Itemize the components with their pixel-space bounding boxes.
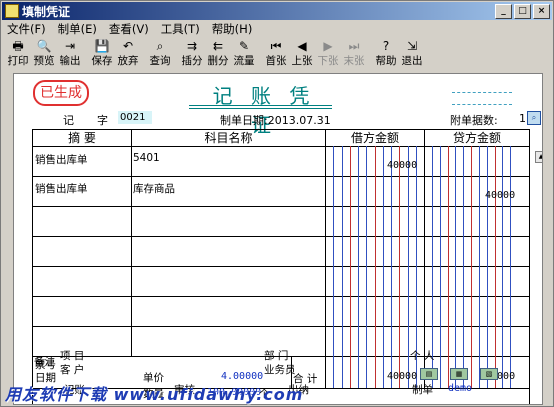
printer-icon: 🖶 (12, 39, 24, 53)
menu-edit[interactable]: 制单(E) (52, 21, 103, 37)
dashed-line (452, 104, 512, 105)
toolbar-label: 打印 (7, 55, 29, 67)
binoculars-icon: ⌕ (156, 39, 164, 53)
toolbar-label: 预览 (33, 55, 55, 67)
insert-row-icon: ⇉ (186, 39, 198, 53)
toolbar-label: 退出 (401, 55, 423, 67)
maker-value: demo (448, 383, 473, 394)
menu-help[interactable]: 帮助(H) (206, 21, 259, 37)
customer-label: 客 户 (60, 364, 85, 376)
menu-file[interactable]: 文件(F) (1, 21, 52, 37)
binoculars-button[interactable]: ⌕ 查询 (147, 39, 173, 69)
toolbar-label: 下张 (317, 55, 339, 67)
row1-summary[interactable]: 销售出库单 (35, 152, 88, 167)
voucher-type: 记 (63, 114, 74, 127)
row1-debit[interactable]: 40000 (387, 160, 417, 171)
dept-label: 部 门 (264, 350, 289, 362)
toolbar: 🖶 打印 🔍 预览 ⇥ 输出 💾 保存 ↶ 放弃 ⌕ 查询 ⇉ 插分 ⇇ 删分 ✎ 流量 ⏮ 首张 ◀ 上张 ▶ 下张 ⏭ 末张?… (5, 39, 425, 69)
preview-icon: 🔍 (36, 39, 52, 53)
scroll-up-button[interactable]: ▲ (535, 151, 542, 163)
toolbar-label: 末张 (343, 55, 365, 67)
dept-ref-icon[interactable]: ▧ (480, 368, 498, 380)
last-icon: ⏭ (348, 39, 360, 53)
attach-count[interactable]: 1 (519, 112, 526, 125)
save-button[interactable]: 💾 保存 (89, 39, 115, 69)
delete-row-icon: ⇇ (212, 39, 224, 53)
dashed-line (452, 92, 512, 93)
toolbar-label: 放弃 (117, 55, 139, 67)
insert-row-button[interactable]: ⇉ 插分 (179, 39, 205, 69)
first-button[interactable]: ⏮ 首张 (263, 39, 289, 69)
row2-account[interactable]: 库存商品 (133, 181, 175, 196)
previous-button[interactable]: ◀ 上张 (289, 39, 315, 69)
maximize-button[interactable]: □ (514, 3, 531, 19)
generated-stamp: 已生成 (33, 80, 89, 106)
toolbar-label: 插分 (181, 55, 203, 67)
exit-button[interactable]: ⇲ 退出 (399, 39, 425, 69)
customer-ref-icon[interactable]: ▦ (450, 368, 468, 380)
app-icon (5, 4, 19, 18)
voucher-window: 填制凭证 _ □ × 文件(F) 制单(E) 查看(V) 工具(T) 帮助(H)… (0, 0, 554, 407)
voucher-date[interactable]: 制单日期:2013.07.31 (220, 112, 331, 128)
person-label: 个 人 (410, 350, 435, 362)
menu-bar: 文件(F) 制单(E) 查看(V) 工具(T) 帮助(H) (1, 21, 553, 37)
row1-account[interactable]: 5401 (133, 152, 160, 164)
row2-credit[interactable]: 40000 (485, 190, 515, 201)
next-icon: ▶ (323, 39, 333, 53)
title-bar: 填制凭证 _ □ × (2, 2, 552, 20)
heading-underline-double (189, 108, 332, 109)
printer-button[interactable]: 🖶 打印 (5, 39, 31, 69)
save-icon: 💾 (94, 39, 110, 53)
menu-tools[interactable]: 工具(T) (155, 21, 206, 37)
toolbar-label: 流量 (233, 55, 255, 67)
first-icon: ⏮ (270, 39, 282, 53)
watermark: 用友软件下载 www.ufidawhy.com (5, 385, 304, 404)
close-button[interactable]: × (533, 3, 550, 19)
cashflow-icon: ✎ (238, 39, 250, 53)
toolbar-label: 删分 (207, 55, 229, 67)
exit-icon: ⇲ (406, 39, 418, 53)
maker-label: 制单 (412, 384, 433, 396)
preview-button[interactable]: 🔍 预览 (31, 39, 57, 69)
help-icon: ? (382, 39, 390, 53)
help-button[interactable]: ? 帮助 (373, 39, 399, 69)
export-button[interactable]: ⇥ 输出 (57, 39, 83, 69)
menu-view[interactable]: 查看(V) (103, 21, 155, 37)
next-button[interactable]: ▶ 下张 (315, 39, 341, 69)
row2-summary[interactable]: 销售出库单 (35, 181, 88, 196)
window-title: 填制凭证 (22, 4, 71, 19)
project-label: 项 目 (60, 350, 85, 362)
salesman-label: 业务员 (264, 364, 296, 376)
voucher-panel: 已生成 记 账 凭 证 记 字 0021 制单日期:2013.07.31 附单据… (13, 73, 543, 405)
toolbar-label: 保存 (91, 55, 113, 67)
project-ref-icon[interactable]: ▤ (420, 368, 438, 380)
minimize-button[interactable]: _ (495, 3, 512, 19)
remark-label: 备注 (34, 356, 55, 368)
toolbar-label: 首张 (265, 55, 287, 67)
aux-tools: ▤ ▦ ▧ (420, 368, 498, 380)
toolbar-label: 上张 (291, 55, 313, 67)
attach-label: 附单据数: (450, 114, 498, 127)
voucher-no-label: 字 (97, 114, 108, 127)
export-icon: ⇥ (64, 39, 76, 53)
heading-underline (189, 105, 332, 106)
total-debit: 40000 (387, 371, 418, 382)
voucher-no-field[interactable]: 0021 (118, 111, 152, 124)
delete-row-button[interactable]: ⇇ 删分 (205, 39, 231, 69)
last-button[interactable]: ⏭ 末张 (341, 39, 367, 69)
toolbar-label: 帮助 (375, 55, 397, 67)
toolbar-label: 输出 (59, 55, 81, 67)
toolbar-label: 查询 (149, 55, 171, 67)
previous-icon: ◀ (297, 39, 307, 53)
attach-search-icon[interactable]: ⌕ (527, 111, 541, 125)
cashflow-button[interactable]: ✎ 流量 (231, 39, 257, 69)
undo-icon: ↶ (122, 39, 134, 53)
undo-button[interactable]: ↶ 放弃 (115, 39, 141, 69)
